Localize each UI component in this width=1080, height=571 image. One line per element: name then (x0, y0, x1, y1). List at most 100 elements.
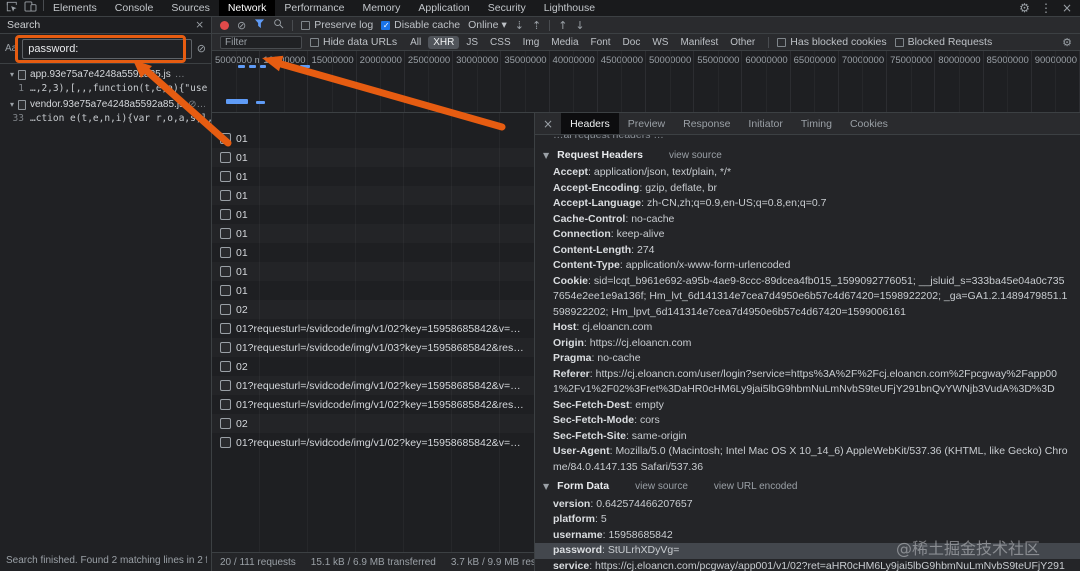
network-overview-timeline[interactable]: 5000000 ms10000000 ms15000000 ms20000000… (212, 51, 1080, 113)
network-request-row[interactable]: 01 (212, 224, 534, 243)
match-case-toggle[interactable]: Aa (5, 43, 17, 54)
resource-type-filter[interactable]: Font (586, 36, 616, 49)
devtools-panel-tab[interactable]: Performance (275, 0, 353, 16)
close-search-panel-icon[interactable]: × (195, 19, 204, 31)
has-blocked-cookies-checkbox[interactable] (777, 37, 787, 47)
form-data-section-header[interactable]: ▼ Form Data view source view URL encoded (535, 475, 1080, 497)
network-toolbar: ⊘ Preserve log Disable cache Online (212, 17, 1080, 34)
details-tab[interactable]: Timing (792, 113, 841, 134)
resource-type-filter[interactable]: Doc (618, 36, 646, 49)
timeline-cell: 75000000 ms (887, 51, 936, 112)
details-tab[interactable]: Initiator (739, 113, 791, 134)
network-request-row[interactable]: 01 (212, 281, 534, 300)
request-header-row: Cookie: sid=lcqt_b961e692-a95b-4ae9-8ccc… (553, 274, 1068, 318)
scroll-down-icon[interactable]: ↓ (575, 20, 584, 31)
network-request-row[interactable]: 01 (212, 243, 534, 262)
network-request-row[interactable]: 01?requesturl=/svidcode/img/v1/02?key=15… (212, 376, 534, 395)
network-request-row[interactable]: 01?requesturl=/svidcode/img/v1/02?key=15… (212, 319, 534, 338)
view-source-link[interactable]: view source (669, 148, 722, 164)
devtools-panel-tab[interactable]: Application (409, 0, 478, 16)
request-header-row: Content-Length: 274 (553, 243, 655, 256)
overview-activity-mark (260, 65, 266, 68)
network-request-row[interactable]: 02 (212, 414, 534, 433)
request-type-icon (220, 304, 231, 315)
disable-cache-checkbox[interactable] (381, 20, 391, 30)
details-tab[interactable]: Response (674, 113, 739, 134)
import-har-icon[interactable]: ⇣ (515, 20, 524, 31)
hide-data-urls-option[interactable]: Hide data URLs (310, 36, 397, 48)
resource-type-filter[interactable]: WS (647, 36, 673, 49)
network-settings-gear-icon[interactable]: ⚙ (1062, 36, 1072, 49)
preserve-log-option[interactable]: Preserve log (301, 19, 373, 31)
search-result-line-row[interactable]: 1 …,2,3),[,,,function(t,e,a){"use strict… (0, 82, 211, 97)
search-results: ▾ app.93e75a7e4248a5592a85.js … 1 …,2,3)… (0, 64, 211, 127)
disable-cache-option[interactable]: Disable cache (381, 19, 460, 31)
kebab-menu-icon[interactable]: ⋮ (1040, 1, 1052, 15)
network-request-row[interactable]: 01 (212, 205, 534, 224)
network-request-row[interactable]: 01 (212, 262, 534, 281)
network-request-row[interactable]: 01 (212, 129, 534, 148)
resource-type-filter[interactable]: Img (518, 36, 545, 49)
details-tab[interactable]: Headers (561, 113, 619, 134)
devtools-panel-tab[interactable]: Memory (353, 0, 409, 16)
view-source-link[interactable]: view source (635, 479, 688, 495)
search-result-line-row[interactable]: 33 …ction e(t,e,n,i){var r,o,a,s,l,u,c,h… (0, 112, 211, 127)
preserve-log-checkbox[interactable] (301, 20, 311, 30)
scroll-up-icon[interactable]: ↑ (558, 20, 567, 31)
resource-type-filter[interactable]: CSS (485, 36, 516, 49)
section-collapse-icon[interactable]: ▼ (543, 148, 549, 164)
request-type-icon (220, 361, 231, 372)
network-request-row[interactable]: 01?requesturl=/svidcode/img/v1/03?key=15… (212, 338, 534, 357)
chevron-down-icon: ▾ (501, 19, 507, 31)
network-request-row[interactable]: 02 (212, 357, 534, 376)
network-request-row[interactable]: 02 (212, 300, 534, 319)
network-request-row[interactable]: 01 (212, 148, 534, 167)
resource-type-filter[interactable]: JS (461, 36, 483, 49)
details-tab[interactable]: Cookies (841, 113, 897, 134)
search-input[interactable] (22, 38, 192, 59)
close-details-icon[interactable]: × (535, 113, 561, 134)
throttling-select[interactable]: Online ▾ (468, 19, 507, 31)
hide-data-urls-checkbox[interactable] (310, 37, 319, 47)
resource-type-filter[interactable]: XHR (428, 35, 460, 49)
inspect-element-icon[interactable] (6, 1, 18, 16)
timeline-cell: 30000000 ms (453, 51, 502, 112)
resource-type-filter[interactable]: Media (546, 36, 583, 49)
resource-type-filter[interactable]: Manifest (675, 36, 723, 49)
blocked-requests-option[interactable]: Blocked Requests (894, 36, 992, 48)
clear-network-log-icon[interactable]: ⊘ (237, 20, 246, 31)
devtools-panel-tab[interactable]: Lighthouse (535, 0, 604, 16)
record-network-log-button[interactable] (220, 20, 229, 30)
network-request-row[interactable]: 01?requesturl=/svidcode/img/v1/02?key=15… (212, 433, 534, 452)
network-request-row[interactable]: 01 (212, 186, 534, 205)
details-tab[interactable]: Preview (619, 113, 674, 134)
resource-type-filter[interactable]: All (405, 36, 426, 49)
network-request-row[interactable]: 01?requesturl=/svidcode/img/v1/02?key=15… (212, 395, 534, 414)
resource-type-filter[interactable]: Other (725, 36, 760, 49)
clear-search-icon[interactable]: ⊘ (197, 42, 206, 55)
settings-gear-icon[interactable]: ⚙ (1019, 1, 1030, 15)
network-request-row[interactable]: 01 (212, 167, 534, 186)
devtools-panel-tab[interactable]: Network (218, 0, 276, 16)
search-result-file-row[interactable]: ▾ app.93e75a7e4248a5592a85.js … (0, 67, 211, 82)
search-result-file-row[interactable]: ▾ vendor.93e75a7e4248a5592a85.js ⊘ … (0, 97, 211, 112)
close-devtools-icon[interactable]: × (1062, 1, 1072, 15)
devtools-panel-tab[interactable]: Sources (162, 0, 219, 16)
search-network-icon[interactable] (273, 18, 284, 32)
request-headers-section-header[interactable]: ▼ Request Headers view source (535, 144, 1080, 166)
section-collapse-icon[interactable]: ▼ (543, 479, 549, 495)
timeline-tick-label: 60000000 ms (745, 55, 789, 66)
has-blocked-cookies-option[interactable]: Has blocked cookies (777, 36, 887, 48)
request-list: 01 01 01 01 01 01 01 01 01 02 01?request… (212, 113, 534, 552)
devtools-panel-tab[interactable]: Security (479, 0, 535, 16)
request-header-row: Sec-Fetch-Mode: cors (553, 414, 660, 426)
view-url-encoded-link[interactable]: view URL encoded (714, 479, 798, 495)
devtools-panel-tab[interactable]: Elements (44, 0, 106, 16)
request-header-row: Host: cj.eloancn.com (553, 321, 653, 333)
blocked-requests-checkbox[interactable] (894, 37, 904, 47)
device-toolbar-icon[interactable] (24, 1, 37, 15)
export-har-icon[interactable]: ⇡ (532, 20, 541, 31)
devtools-panel-tab[interactable]: Console (106, 0, 163, 16)
filter-input[interactable] (220, 35, 302, 49)
filter-toggle-icon[interactable] (254, 18, 265, 32)
